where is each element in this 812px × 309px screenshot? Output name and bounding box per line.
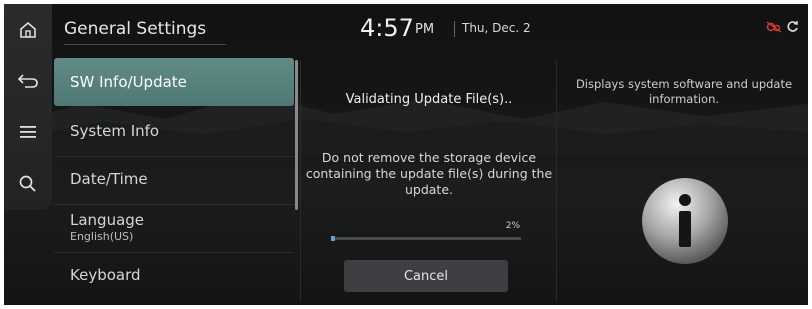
date-separator — [454, 21, 455, 37]
clock-date: Thu, Dec. 2 — [462, 21, 531, 35]
page-title: General Settings — [64, 19, 207, 39]
progress-bar — [331, 236, 521, 241]
clock-time: 4:57 — [360, 14, 414, 42]
menu-item-keyboard[interactable]: Keyboard — [54, 252, 294, 300]
info-icon — [642, 178, 728, 264]
back-button[interactable] — [10, 62, 46, 98]
menu-item-date-time[interactable]: Date/Time — [54, 156, 294, 205]
back-icon — [17, 74, 38, 88]
menu-item-value: English(US) — [70, 230, 134, 243]
search-button[interactable] — [10, 166, 46, 202]
menu-item-label: Language — [70, 211, 145, 229]
menu-item-sw-info-update[interactable]: SW Info/Update — [54, 58, 294, 106]
menu-item-language[interactable]: Language English(US) — [54, 204, 294, 253]
menu-icon — [20, 126, 36, 138]
info-description: Displays system software and update info… — [575, 77, 793, 106]
panel-divider-right — [556, 60, 557, 302]
clock-ampm: PM — [415, 22, 435, 37]
update-status-text: Validating Update File(s).. — [345, 92, 513, 107]
home-icon — [20, 21, 36, 38]
screen: General Settings 4:57 PM Thu, Dec. 2 SW … — [4, 4, 808, 305]
menu-scrollbar[interactable] — [295, 60, 298, 210]
left-rail — [4, 4, 52, 210]
menu-item-label: Date/Time — [70, 170, 148, 188]
title-underline — [64, 44, 226, 45]
progress-bar-fill — [331, 236, 335, 241]
panel-divider-left — [300, 60, 301, 302]
menu-button[interactable] — [10, 114, 46, 150]
menu-item-label: Keyboard — [70, 266, 141, 284]
home-button[interactable] — [10, 12, 46, 48]
update-warning-text: Do not remove the storage device contain… — [305, 150, 553, 197]
cancel-button[interactable]: Cancel — [344, 260, 508, 292]
menu-item-label: System Info — [70, 122, 160, 140]
menu-item-label: SW Info/Update — [70, 73, 187, 91]
search-icon — [19, 175, 36, 192]
menu-item-system-info[interactable]: System Info — [54, 108, 294, 157]
progress-percent: 2% — [505, 221, 520, 231]
status-icons — [766, 20, 799, 33]
connectivity-off-icon — [766, 20, 782, 33]
refresh-icon — [787, 21, 798, 32]
